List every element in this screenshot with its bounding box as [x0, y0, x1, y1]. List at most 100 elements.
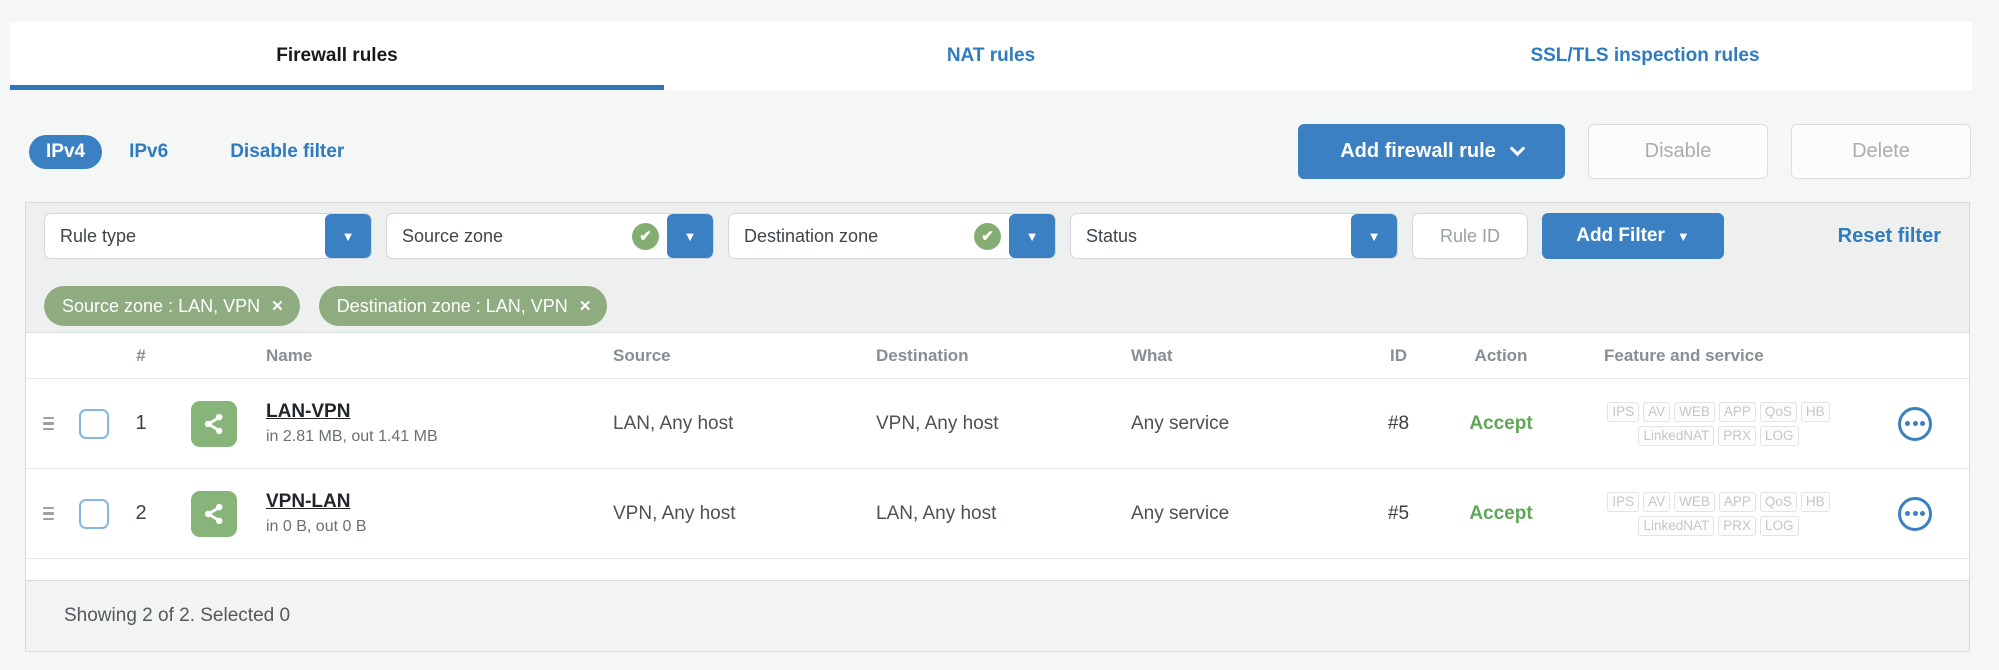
rule-id-cell: #8 [1387, 412, 1410, 434]
source-zone-dropdown[interactable]: Source zone ✔ ▼ [386, 213, 714, 259]
filter-chip-label: Source zone : LAN, VPN [62, 295, 261, 316]
what-cell: Any service [1131, 502, 1230, 524]
reset-filter-link[interactable]: Reset filter [1838, 225, 1941, 248]
dropdown-toggle-button[interactable]: ▼ [667, 214, 713, 258]
tab-firewall-rules[interactable]: Firewall rules [10, 22, 664, 90]
active-filter-chips: Source zone : LAN, VPN ✕ Destination zon… [44, 286, 1951, 326]
add-filter-label: Add Filter [1576, 225, 1665, 246]
tab-label: NAT rules [946, 45, 1036, 66]
header-destination: Destination [876, 345, 969, 365]
badge-av: AV [1643, 401, 1671, 422]
filter-applied-check-icon: ✔ [632, 222, 659, 250]
ipv6-toggle[interactable]: IPv6 [129, 141, 168, 163]
badge-qos: QoS [1759, 401, 1797, 422]
add-firewall-rule-button[interactable]: Add firewall rule [1298, 124, 1565, 179]
badge-web: WEB [1674, 401, 1715, 422]
share-network-icon [191, 400, 237, 447]
feature-badges: IPS AV WEB APP QoS HB LinkedNAT PRX LOG [1576, 491, 1861, 536]
dropdown-label: Rule type [60, 225, 137, 246]
dropdown-toggle-button[interactable]: ▼ [1351, 214, 1397, 258]
tab-nat-rules[interactable]: NAT rules [664, 22, 1318, 90]
ipv4-toggle[interactable]: IPv4 [29, 134, 103, 169]
dropdown-toggle-button[interactable]: ▼ [1009, 214, 1055, 258]
action-accept-label: Accept [1469, 412, 1533, 434]
header-name: Name [266, 345, 313, 365]
name-cell: VPN-LAN in 0 B, out 0 B [261, 491, 586, 536]
triangle-down-icon: ▼ [683, 228, 697, 244]
badge-prx: PRX [1718, 515, 1757, 536]
filter-row: Rule type ▼ Source zone ✔ ▼ Destination … [44, 213, 1951, 259]
row-checkbox[interactable] [78, 408, 109, 439]
toolbar-left: IPv4 IPv6 Disable filter [29, 124, 344, 179]
header-feature-service: Feature and service [1604, 345, 1764, 365]
rule-type-dropdown[interactable]: Rule type ▼ [44, 213, 372, 259]
table-row: 2 VPN-LAN in 0 B, out 0 B VPN, Any host … [26, 469, 1969, 559]
badge-log: LOG [1760, 425, 1799, 446]
header-what: What [1131, 345, 1173, 365]
badge-app: APP [1718, 491, 1756, 512]
filter-chip-destination-zone: Destination zone : LAN, VPN ✕ [318, 286, 608, 326]
delete-button[interactable]: Delete [1791, 124, 1971, 179]
table-header-row: # Name Source Destination What ID Action… [26, 333, 1969, 379]
drag-handle[interactable] [37, 411, 60, 437]
rule-id-input[interactable] [1412, 213, 1528, 259]
triangle-down-icon: ▼ [341, 228, 355, 244]
add-filter-button[interactable]: Add Filter ▼ [1542, 213, 1724, 259]
destination-zone-dropdown[interactable]: Destination zone ✔ ▼ [728, 213, 1056, 259]
header-action: Action [1474, 345, 1528, 365]
filter-chip-label: Destination zone : LAN, VPN [336, 295, 568, 316]
badge-av: AV [1643, 491, 1671, 512]
remove-filter-icon[interactable]: ✕ [579, 297, 592, 315]
source-cell: VPN, Any host [613, 502, 736, 524]
active-tab-indicator [10, 85, 664, 90]
table-spacer [26, 559, 1969, 580]
tab-ssl-tls-inspection-rules[interactable]: SSL/TLS inspection rules [1318, 22, 1972, 90]
row-menu-ellipsis-icon[interactable] [1898, 406, 1932, 441]
toolbar-right: Add firewall rule Disable Delete [1298, 124, 1971, 179]
table-row: 1 LAN-VPN in 2.81 MB, out 1.41 MB LAN, A… [26, 379, 1969, 469]
action-accept-label: Accept [1469, 502, 1533, 524]
filter-applied-check-icon: ✔ [974, 222, 1001, 250]
dropdown-toggle-button[interactable]: ▼ [325, 214, 371, 258]
drag-handle[interactable] [37, 501, 60, 527]
rule-traffic: in 0 B, out 0 B [266, 518, 367, 535]
firewall-rules-panel: Rule type ▼ Source zone ✔ ▼ Destination … [25, 202, 1970, 652]
share-network-icon [191, 490, 237, 537]
rule-id-cell: #5 [1387, 502, 1410, 524]
status-dropdown[interactable]: Status ▼ [1070, 213, 1398, 259]
dropdown-label: Destination zone [744, 225, 879, 246]
badge-qos: QoS [1759, 491, 1797, 512]
add-firewall-rule-label: Add firewall rule [1340, 140, 1496, 162]
badge-log: LOG [1760, 515, 1799, 536]
badge-hb: HB [1800, 401, 1830, 422]
badge-web: WEB [1674, 491, 1715, 512]
header-source: Source [613, 345, 671, 365]
rule-name-link[interactable]: LAN-VPN [266, 401, 350, 423]
badge-linkednat: LinkedNAT [1638, 515, 1715, 536]
feature-badge-line: LinkedNAT PRX LOG [1638, 425, 1799, 446]
row-menu-ellipsis-icon[interactable] [1898, 496, 1932, 531]
badge-hb: HB [1800, 491, 1830, 512]
remove-filter-icon[interactable]: ✕ [271, 297, 284, 315]
name-cell: LAN-VPN in 2.81 MB, out 1.41 MB [261, 401, 586, 446]
tab-bar: Firewall rules NAT rules SSL/TLS inspect… [10, 22, 1972, 90]
rule-name-link[interactable]: VPN-LAN [266, 491, 350, 513]
source-cell: LAN, Any host [613, 412, 734, 434]
rule-traffic: in 2.81 MB, out 1.41 MB [266, 428, 438, 445]
disable-button[interactable]: Disable [1588, 124, 1768, 179]
header-number: # [136, 345, 146, 365]
badge-app: APP [1718, 401, 1756, 422]
badge-prx: PRX [1718, 425, 1757, 446]
showing-status-text: Showing 2 of 2. Selected 0 [64, 605, 291, 626]
badge-linkednat: LinkedNAT [1638, 425, 1715, 446]
table-footer: Showing 2 of 2. Selected 0 [26, 580, 1969, 651]
row-number: 1 [135, 412, 147, 434]
triangle-down-icon: ▼ [1676, 228, 1690, 244]
disable-filter-link[interactable]: Disable filter [230, 141, 344, 163]
chevron-down-icon [1509, 140, 1526, 157]
destination-cell: LAN, Any host [876, 502, 997, 524]
header-id: ID [1390, 345, 1407, 365]
filter-chip-source-zone: Source zone : LAN, VPN ✕ [44, 286, 300, 326]
row-checkbox[interactable] [78, 498, 109, 529]
triangle-down-icon: ▼ [1025, 228, 1039, 244]
